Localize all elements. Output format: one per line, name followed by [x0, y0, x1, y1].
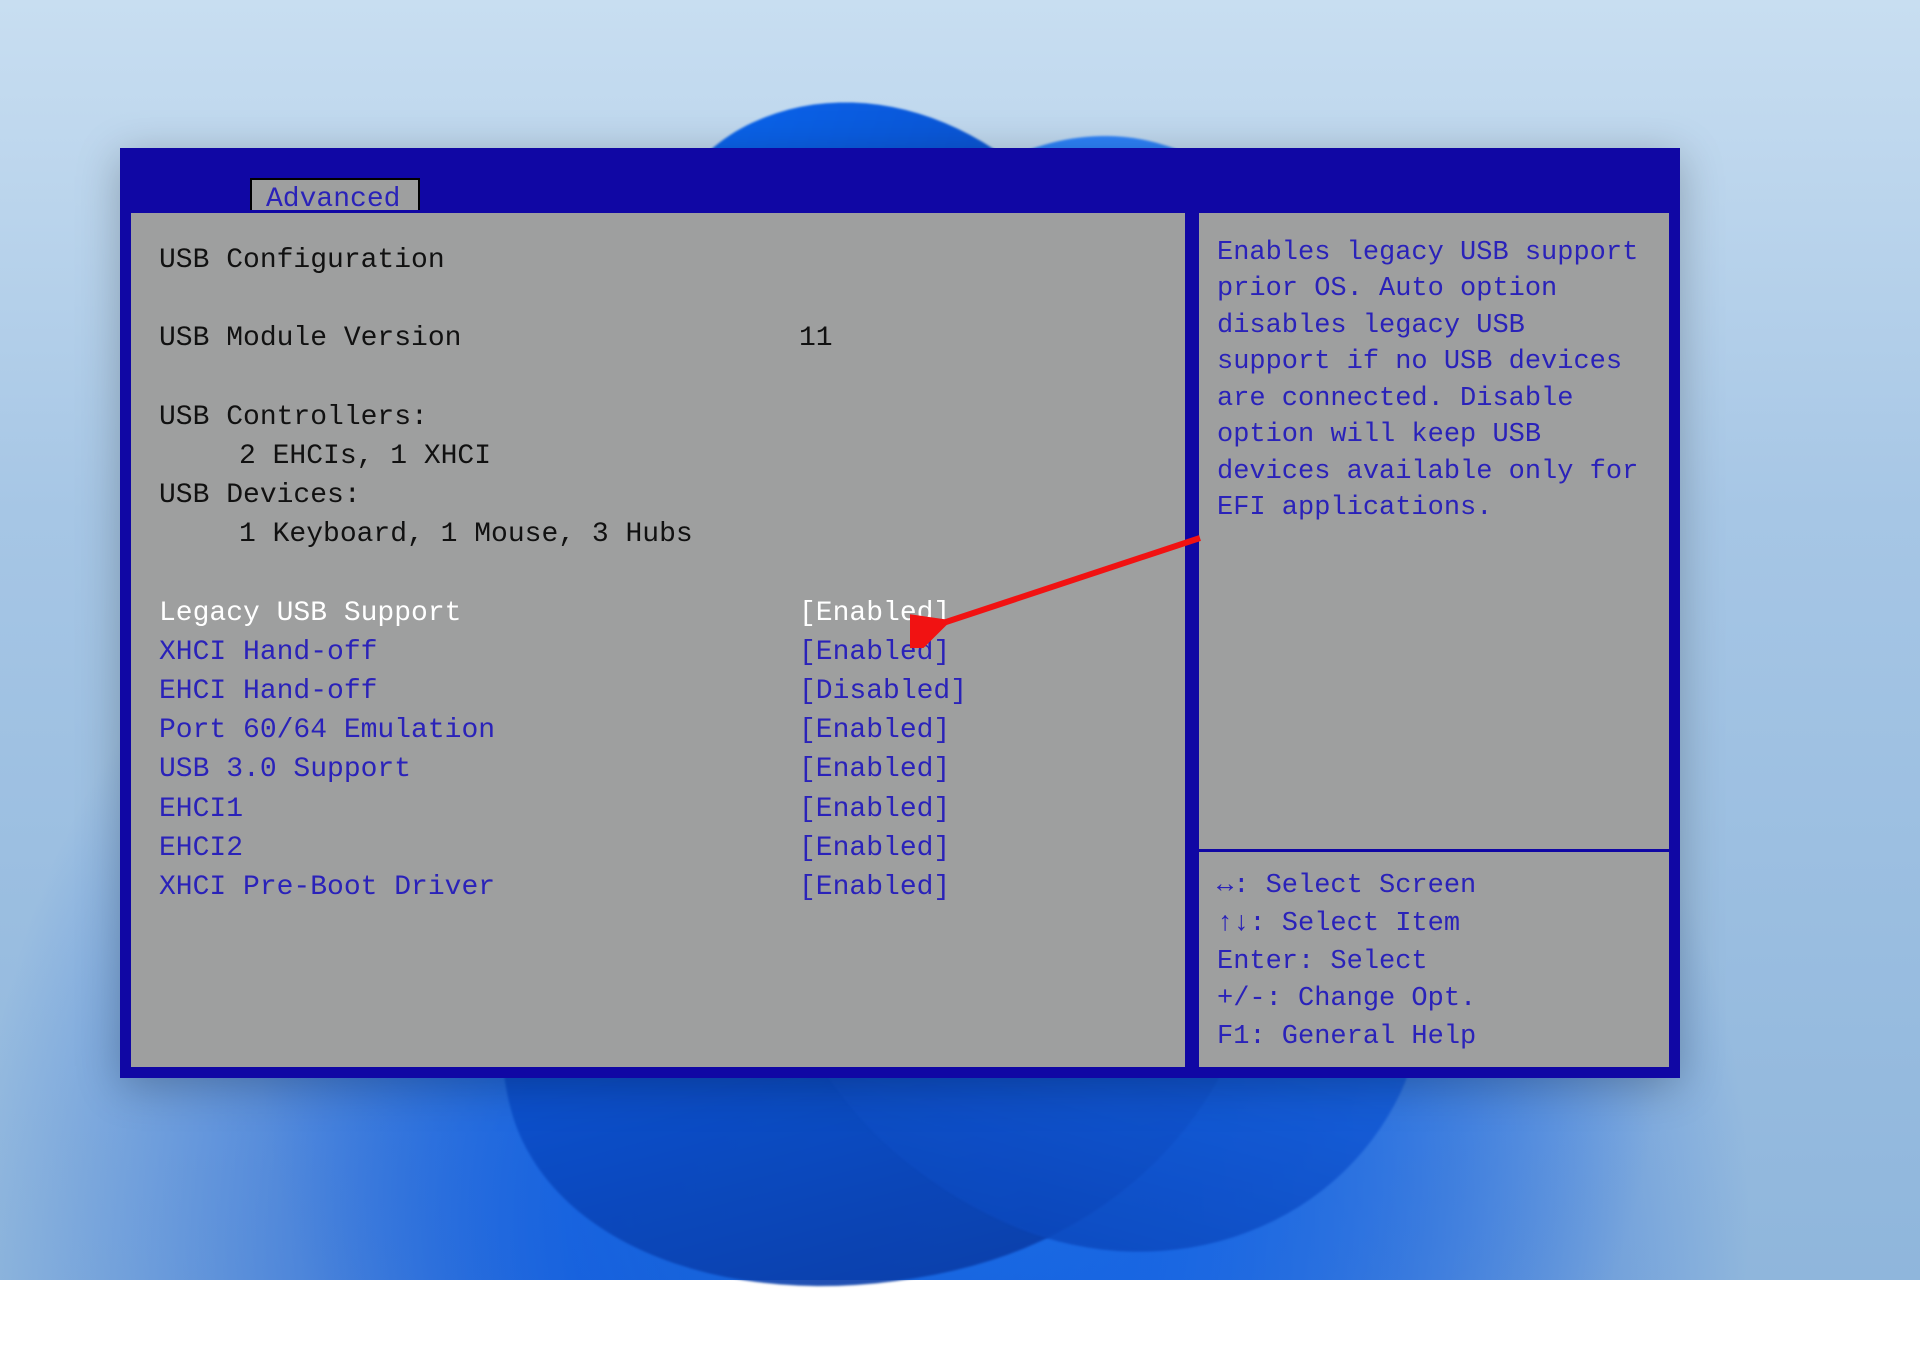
key-hint: F1: General Help: [1217, 1019, 1651, 1057]
option-label: Port 60/64 Emulation: [159, 711, 799, 750]
option-label: Legacy USB Support: [159, 594, 799, 633]
usb-controllers-value: 2 EHCIs, 1 XHCI: [159, 437, 1161, 476]
option-value: [Enabled]: [799, 790, 950, 829]
option-row-usb-3-0-support[interactable]: USB 3.0 Support[Enabled]: [159, 750, 1161, 789]
option-row-xhci-hand-off[interactable]: XHCI Hand-off[Enabled]: [159, 633, 1161, 672]
usb-module-version-label: USB Module Version: [159, 319, 799, 358]
option-value: [Enabled]: [799, 633, 950, 672]
option-value: [Enabled]: [799, 711, 950, 750]
bios-tabbar: Advanced: [120, 148, 1680, 210]
option-row-port-60-64-emulation[interactable]: Port 60/64 Emulation[Enabled]: [159, 711, 1161, 750]
key-hint: ↑↓: Select Item: [1217, 906, 1651, 944]
option-label: XHCI Hand-off: [159, 633, 799, 672]
help-description: Enables legacy USB support prior OS. Aut…: [1199, 213, 1669, 849]
option-label: EHCI Hand-off: [159, 672, 799, 711]
option-value: [Enabled]: [799, 868, 950, 907]
option-value: [Disabled]: [799, 672, 967, 711]
key-hint: +/-: Change Opt.: [1217, 981, 1651, 1019]
usb-module-version-row: USB Module Version 11: [159, 319, 1161, 358]
option-row-ehci1[interactable]: EHCI1[Enabled]: [159, 790, 1161, 829]
usb-devices-label: USB Devices:: [159, 476, 1161, 515]
bios-help-panel: Enables legacy USB support prior OS. Aut…: [1196, 210, 1672, 1070]
usb-controllers-label: USB Controllers:: [159, 398, 1161, 437]
bios-body: USB Configuration USB Module Version 11 …: [128, 210, 1672, 1070]
option-value: [Enabled]: [799, 594, 950, 633]
usb-module-version-value: 11: [799, 319, 833, 358]
help-keys: ↔: Select Screen↑↓: Select ItemEnter: Se…: [1199, 852, 1669, 1067]
bios-main-panel: USB Configuration USB Module Version 11 …: [128, 210, 1188, 1070]
option-row-legacy-usb-support[interactable]: Legacy USB Support[Enabled]: [159, 594, 1161, 633]
usb-devices-value: 1 Keyboard, 1 Mouse, 3 Hubs: [159, 515, 1161, 554]
option-row-ehci2[interactable]: EHCI2[Enabled]: [159, 829, 1161, 868]
option-label: EHCI1: [159, 790, 799, 829]
option-value: [Enabled]: [799, 750, 950, 789]
bios-window: Advanced USB Configuration USB Module Ve…: [120, 148, 1680, 1078]
option-value: [Enabled]: [799, 829, 950, 868]
section-title: USB Configuration: [159, 241, 1161, 280]
option-label: XHCI Pre-Boot Driver: [159, 868, 799, 907]
option-row-ehci-hand-off[interactable]: EHCI Hand-off[Disabled]: [159, 672, 1161, 711]
option-row-xhci-pre-boot-driver[interactable]: XHCI Pre-Boot Driver[Enabled]: [159, 868, 1161, 907]
option-label: EHCI2: [159, 829, 799, 868]
key-hint: ↔: Select Screen: [1217, 868, 1651, 906]
options-list: Legacy USB Support[Enabled]XHCI Hand-off…: [159, 594, 1161, 908]
key-hint: Enter: Select: [1217, 944, 1651, 982]
option-label: USB 3.0 Support: [159, 750, 799, 789]
